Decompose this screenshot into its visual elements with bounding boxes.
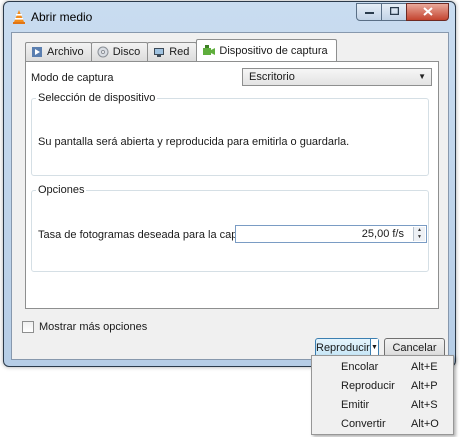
device-selection-title: Selección de dispositivo: [36, 92, 158, 104]
capture-mode-label: Modo de captura: [31, 72, 114, 84]
play-options-menu: Encolar Alt+E Reproducir Alt+P Emitir Al…: [311, 355, 454, 435]
menu-item-reproducir[interactable]: Reproducir Alt+P: [312, 377, 453, 396]
tab-label: Dispositivo de captura: [219, 44, 328, 57]
more-options-label: Mostrar más opciones: [39, 321, 148, 333]
chevron-down-icon: ▼: [418, 72, 426, 81]
menu-item-shortcut: Alt+O: [411, 418, 439, 430]
options-title: Opciones: [36, 184, 87, 196]
disc-icon: [97, 46, 109, 58]
menu-item-convertir[interactable]: Convertir Alt+O: [312, 415, 453, 434]
dialog-client-area: Archivo Disco Red Dispositivo de captura: [11, 32, 449, 360]
frame-rate-input[interactable]: 25,00 f/s ▲ ▼: [235, 225, 427, 243]
close-button[interactable]: [406, 3, 449, 21]
caption-buttons: [356, 3, 449, 21]
spin-down-icon[interactable]: ▼: [414, 234, 425, 241]
minimize-icon: [364, 7, 374, 18]
frame-rate-value: 25,00 f/s: [361, 228, 404, 240]
more-options-toggle[interactable]: Mostrar más opciones: [22, 321, 147, 333]
menu-item-shortcut: Alt+E: [411, 361, 438, 373]
capture-panel: Modo de captura Escritorio ▼ Selección d…: [25, 61, 439, 309]
tab-dispositivo-de-captura[interactable]: Dispositivo de captura: [196, 39, 337, 61]
menu-item-encolar[interactable]: Encolar Alt+E: [312, 358, 453, 377]
window-title: Abrir medio: [31, 10, 93, 24]
menu-item-label: Emitir: [341, 399, 370, 411]
more-options-checkbox[interactable]: [22, 321, 34, 333]
source-tabs: Archivo Disco Red Dispositivo de captura: [25, 39, 337, 61]
tab-label: Red: [169, 46, 190, 58]
capture-mode-select[interactable]: Escritorio ▼: [242, 68, 432, 86]
network-icon: [153, 46, 165, 58]
spin-up-icon[interactable]: ▲: [414, 227, 425, 234]
open-media-dialog: Abrir medio Archivo Disco Red Dispositiv…: [3, 1, 456, 367]
tab-red[interactable]: Red: [147, 42, 198, 61]
menu-item-shortcut: Alt+S: [411, 399, 438, 411]
frame-rate-spinner: ▲ ▼: [413, 227, 425, 241]
tab-label: Archivo: [47, 46, 84, 58]
tab-archivo[interactable]: Archivo: [25, 42, 92, 61]
close-icon: [422, 5, 433, 19]
maximize-icon: [389, 6, 399, 18]
options-group: Opciones Tasa de fotogramas deseada para…: [31, 184, 429, 272]
frame-rate-label: Tasa de fotogramas deseada para la captu…: [38, 229, 260, 241]
tab-label: Disco: [112, 46, 141, 58]
menu-item-label: Reproducir: [341, 380, 395, 392]
menu-item-label: Encolar: [341, 361, 379, 373]
device-selection-text: Su pantalla será abierta y reproducida p…: [38, 136, 350, 148]
title-bar[interactable]: Abrir medio: [4, 2, 455, 32]
menu-item-emitir[interactable]: Emitir Alt+S: [312, 396, 453, 415]
capture-device-icon: [203, 44, 216, 57]
tab-disco[interactable]: Disco: [90, 42, 149, 61]
device-selection-group: Selección de dispositivo Su pantalla ser…: [31, 92, 429, 176]
menu-item-shortcut: Alt+P: [411, 380, 438, 392]
file-icon: [31, 46, 43, 58]
menu-item-label: Convertir: [341, 418, 386, 430]
capture-mode-value: Escritorio: [249, 71, 295, 83]
vlc-cone-icon: [11, 9, 27, 25]
maximize-button[interactable]: [381, 3, 407, 21]
minimize-button[interactable]: [356, 3, 382, 21]
